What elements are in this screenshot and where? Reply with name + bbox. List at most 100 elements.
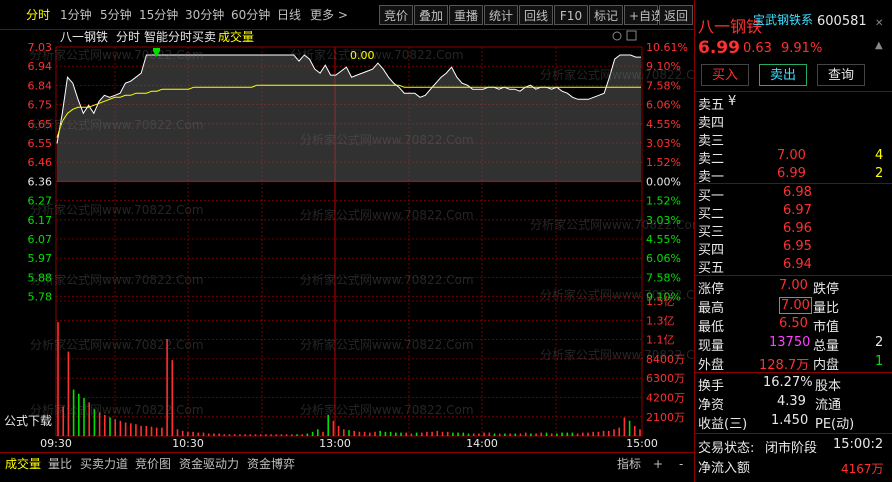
buy-button[interactable]: 买入 — [701, 64, 749, 86]
inner-volume-value: 1 — [875, 354, 884, 369]
tab-5min[interactable]: 5分钟 — [96, 5, 136, 25]
trade-status-value: 闭市阶段 — [765, 441, 818, 456]
volume-tick-label: 4200万 — [646, 392, 685, 405]
tab-capital-drive[interactable]: 资金驱动力 — [176, 455, 242, 473]
auction-button[interactable]: 竞价 — [379, 5, 413, 25]
watermark-text: 分析家公式网www.70822.Com — [540, 67, 694, 82]
current-price: 6.99 — [698, 38, 740, 58]
watermark-text: 分析家公式网www.70822.Com — [540, 347, 694, 362]
pct-tick-label: 4.55% — [646, 118, 681, 131]
watermark-text: 分析家公式网www.70822.Com — [30, 202, 204, 217]
tab-auction-chart[interactable]: 竞价图 — [132, 455, 174, 473]
price-tick-label: 6.36 — [28, 175, 53, 188]
limit-up-value: 7.00 — [779, 278, 808, 293]
stats-button[interactable]: 统计 — [484, 5, 518, 25]
indicator-button[interactable]: 指标 — [614, 455, 644, 473]
zoom-out-button[interactable]: - — [676, 455, 686, 473]
ask5-extra: ¥ — [728, 94, 737, 109]
high-value: 7.00 — [779, 297, 812, 314]
chart-settings-icon[interactable] — [612, 31, 622, 41]
tab-15min[interactable]: 15分钟 — [135, 5, 182, 25]
volume-tick-label: 6300万 — [646, 372, 685, 385]
ask3-label: 卖三 — [698, 134, 725, 149]
watermark-text: 分析家公式网www.70822.Com — [30, 47, 204, 62]
tab-1min[interactable]: 1分钟 — [56, 5, 96, 25]
price-tick-label: 6.46 — [28, 156, 53, 169]
formula-download-link[interactable]: 公式下载 — [4, 414, 52, 428]
price-tick-label: 6.84 — [28, 79, 53, 92]
pct-tick-label: 3.03% — [646, 137, 681, 150]
net-assets-value: 4.39 — [777, 394, 806, 409]
intraday-chart[interactable]: 7.036.946.846.756.656.556.466.366.276.17… — [0, 29, 694, 452]
quote-panel: 八一钢铁 宝武钢铁系 600581 ✕ ▲ 6.99 0.63 9.91% 买入… — [694, 0, 892, 482]
watermark-text: 分析家公式网www.70822.Com — [300, 337, 474, 352]
tab-30min[interactable]: 30分钟 — [181, 5, 228, 25]
tab-daily[interactable]: 日线 — [273, 5, 305, 25]
watermark-text: 分析家公式网www.70822.Com — [300, 207, 474, 222]
volume-legend: 成交量 — [218, 29, 254, 44]
last-volume-value: 13750 — [769, 335, 811, 350]
pct-tick-label: 6.06% — [646, 99, 681, 112]
mark-button[interactable]: 标记 — [589, 5, 623, 25]
time-axis-labels: 09:30 10:30 13:00 14:00 15:00 — [40, 437, 658, 450]
outer-volume-value: 128.7万 — [759, 358, 810, 373]
watermark-text: 分析家公式网www.70822.Com — [30, 117, 204, 132]
time-tick-label: 10:30 — [172, 437, 204, 450]
tab-volume[interactable]: 成交量 — [2, 455, 44, 473]
query-button[interactable]: 查询 — [817, 64, 865, 86]
volume-ratio-label: 量比 — [813, 301, 840, 316]
net-inflow-label: 净流入额 — [698, 461, 751, 476]
trade-time: 15:00:2 — [833, 437, 884, 452]
tab-60min[interactable]: 60分钟 — [227, 5, 274, 25]
eps-value: 1.450 — [771, 413, 809, 428]
overlay-button[interactable]: 叠加 — [414, 5, 448, 25]
watermark-text: 分析家公式网www.70822.Com — [30, 272, 204, 287]
low-value: 6.50 — [779, 316, 808, 331]
divider — [695, 433, 892, 434]
panel-close-icon[interactable]: ✕ — [875, 18, 883, 29]
divider — [695, 372, 892, 373]
pct-tick-label: 0.00% — [646, 175, 681, 188]
watermark-text: 分析家公式网www.70822.Com — [290, 47, 464, 62]
trade-status-label: 交易状态: — [698, 441, 755, 456]
ask2-vol: 4 — [875, 148, 884, 163]
eps-label: 收益(三) — [698, 417, 748, 432]
back-button[interactable]: 返回 — [659, 5, 693, 25]
chart-indicator-label: 智能分时买卖 — [144, 29, 216, 44]
panel-pin-icon[interactable]: ▲ — [875, 40, 883, 51]
watermark-text: 分析家公式网www.70822.Com — [540, 287, 694, 302]
tab-fenshi[interactable]: 分时 — [22, 5, 54, 25]
ask1-vol: 2 — [875, 166, 884, 181]
share-capital-label: 股本 — [815, 379, 842, 394]
low-label: 最低 — [698, 320, 725, 335]
backtrack-button[interactable]: 回线 — [519, 5, 553, 25]
net-inflow-value: 4167万 — [841, 462, 884, 476]
tab-buy-sell-force[interactable]: 买卖力道 — [77, 455, 131, 473]
chart-expand-icon[interactable] — [626, 30, 637, 41]
ask2-label: 卖二 — [698, 152, 725, 167]
price-tick-label: 6.55 — [28, 137, 53, 150]
tab-capital-game[interactable]: 资金博弈 — [244, 455, 298, 473]
sell-button[interactable]: 卖出 — [759, 64, 807, 86]
zoom-in-button[interactable]: + — [650, 455, 666, 473]
price-axis-labels: 7.036.946.846.756.656.556.466.366.276.17… — [28, 41, 53, 304]
divider — [695, 91, 892, 92]
zero-label: 0.00 — [350, 49, 375, 62]
tab-volume-ratio[interactable]: 量比 — [45, 455, 75, 473]
f10-button[interactable]: F10 — [554, 5, 588, 25]
last-volume-label: 现量 — [698, 339, 725, 354]
market-cap-label: 市值 — [813, 320, 840, 335]
divider — [695, 275, 892, 276]
time-tick-label: 09:30 — [40, 437, 72, 450]
time-tick-label: 13:00 — [319, 437, 351, 450]
float-shares-label: 流通 — [815, 398, 842, 413]
bid3-price: 6.96 — [783, 221, 812, 236]
more-menu[interactable]: 更多 > — [306, 5, 352, 25]
pct-tick-label: 6.06% — [646, 252, 681, 265]
watermark-text: 分析家公式网www.70822.Com — [530, 217, 694, 232]
watermark-text: 分析家公式网www.70822.Com — [30, 402, 204, 417]
bid3-label: 买三 — [698, 225, 725, 240]
replay-button[interactable]: 重播 — [449, 5, 483, 25]
pct-tick-label: 7.58% — [646, 271, 681, 284]
add-watchlist-button[interactable]: +自选 — [624, 5, 663, 25]
